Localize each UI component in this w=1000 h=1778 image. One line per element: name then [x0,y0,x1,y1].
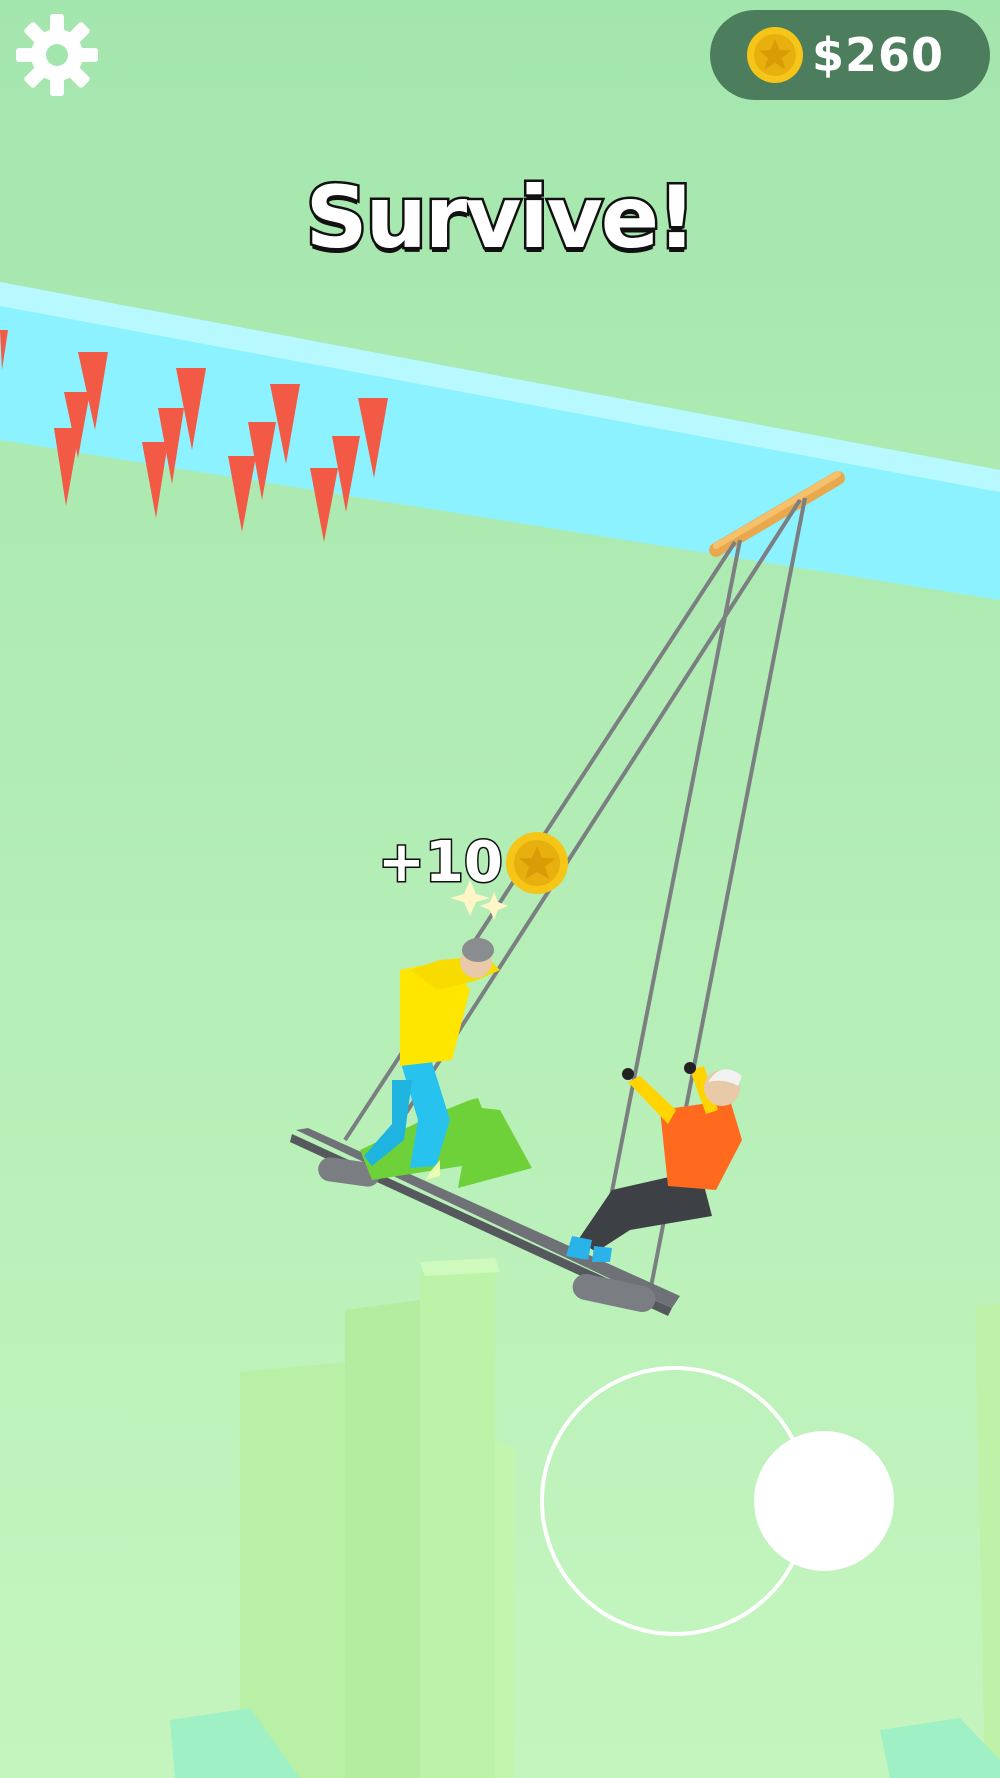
star-coin-icon [747,27,803,83]
coin-amount: $260 [812,28,945,82]
objective-title: Survive! [303,166,699,271]
gear-icon [16,14,98,96]
reward-popup: +10 [377,829,569,897]
reward-text: +10 [377,829,505,897]
joystick-knob[interactable] [754,1431,894,1571]
coin-counter: $260 [710,10,990,100]
star-coin-icon [505,831,568,894]
settings-button[interactable] [14,12,100,98]
